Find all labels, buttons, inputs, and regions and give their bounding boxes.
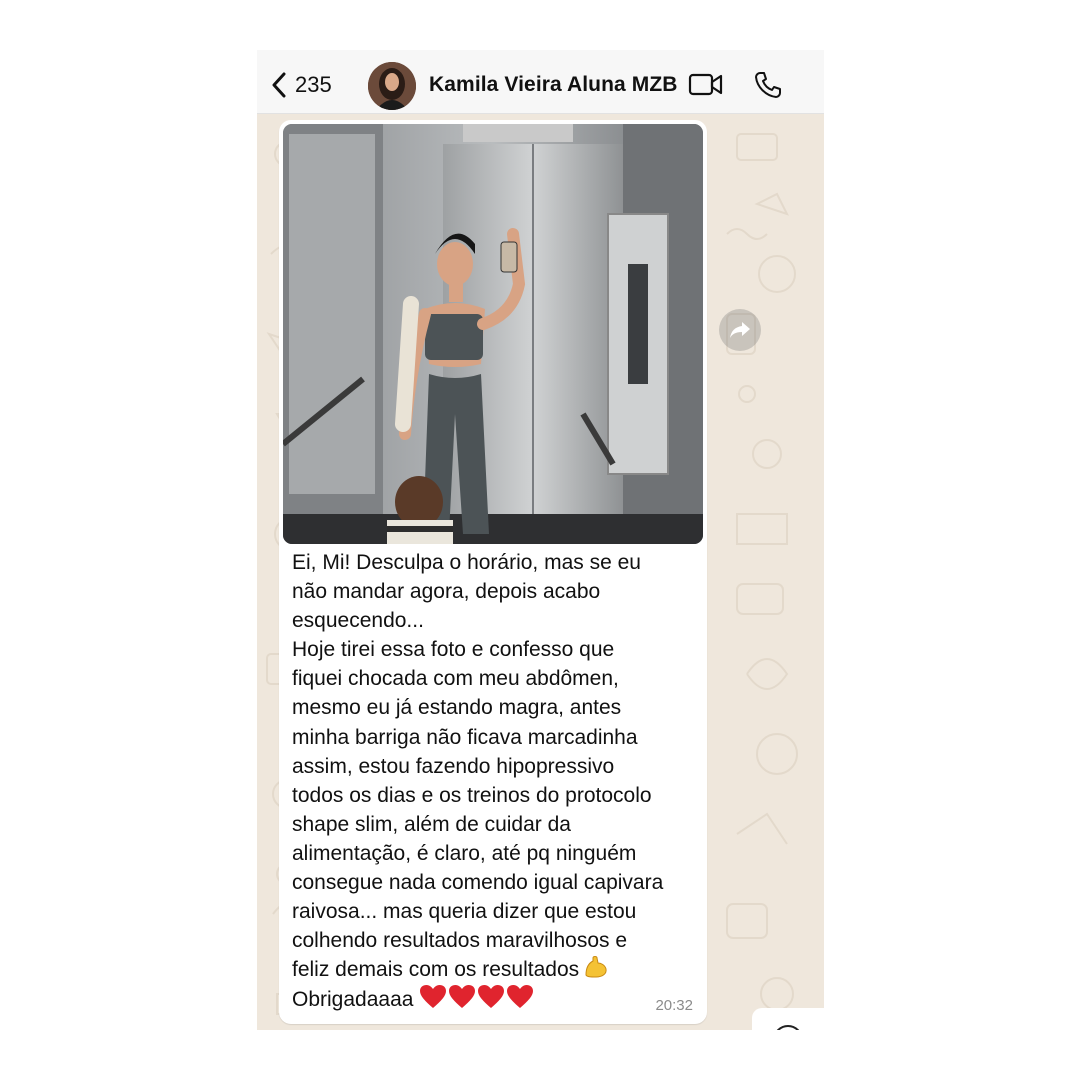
message-line: alimentação, é claro, até pq ninguém	[292, 841, 637, 865]
flexed-biceps-emoji	[585, 956, 607, 978]
message-line: minha barriga não ficava marcadinha	[292, 725, 638, 749]
message-line: feliz demais com os resultados	[292, 958, 580, 982]
back-button[interactable]: 235	[271, 70, 332, 100]
chevron-down-circle-icon	[776, 1025, 800, 1030]
chat-header: 235 Kamila Vieira Aluna MZB	[257, 50, 824, 114]
red-heart-emoji	[420, 985, 447, 1009]
red-heart-emoji	[449, 985, 476, 1009]
unread-count: 235	[295, 72, 332, 97]
message-timestamp: 20:32	[655, 997, 693, 1014]
message-line: shape slim, além de cuidar da	[292, 812, 571, 836]
message-line: consegue nada comendo igual capivara	[292, 871, 664, 895]
message-line: todos os dias e os treinos do protocolo	[292, 783, 652, 807]
phone-icon	[755, 72, 781, 98]
forward-button[interactable]	[719, 309, 761, 351]
message-text: Ei, Mi! Desculpa o horário, mas se eu nã…	[292, 548, 702, 1015]
message-bubble[interactable]: Ei, Mi! Desculpa o horário, mas se eu nã…	[279, 120, 707, 1024]
red-heart-emoji	[507, 985, 534, 1009]
message-line: Obrigadaaaa	[292, 988, 414, 1012]
avatar-photo	[368, 62, 416, 110]
scroll-to-bottom-button[interactable]	[752, 1008, 824, 1030]
video-camera-icon	[688, 73, 723, 96]
chat-screen: 235 Kamila Vieira Aluna MZB Ei, Mi! Desc…	[257, 50, 824, 1030]
message-line: Hoje tirei essa foto e confesso que	[292, 638, 615, 662]
message-photo[interactable]	[283, 124, 703, 544]
red-heart-emoji	[478, 985, 505, 1009]
message-line: mesmo eu já estando magra, antes	[292, 696, 622, 720]
elevator-selfie-image	[283, 124, 703, 544]
forward-arrow-icon	[730, 322, 750, 338]
contact-name[interactable]: Kamila Vieira Aluna MZB	[429, 73, 678, 97]
voice-call-button[interactable]	[754, 71, 782, 104]
contact-avatar[interactable]	[368, 62, 416, 110]
message-line: não mandar agora, depois acabo	[292, 580, 601, 604]
video-call-button[interactable]	[688, 72, 724, 103]
message-line-with-emoji: Obrigadaaaa	[292, 984, 702, 1014]
message-line: colhendo resultados maravilhosos e	[292, 929, 628, 953]
message-line: Ei, Mi! Desculpa o horário, mas se eu	[292, 551, 641, 574]
message-line: esquecendo...	[292, 609, 424, 633]
message-line-with-emoji: feliz demais com os resultados	[292, 955, 702, 984]
message-line: assim, estou fazendo hipopressivo	[292, 754, 615, 778]
message-line: raivosa... mas queria dizer que estou	[292, 900, 637, 924]
chevron-left-icon	[272, 72, 286, 98]
message-line: fiquei chocada com meu abdômen,	[292, 667, 619, 691]
